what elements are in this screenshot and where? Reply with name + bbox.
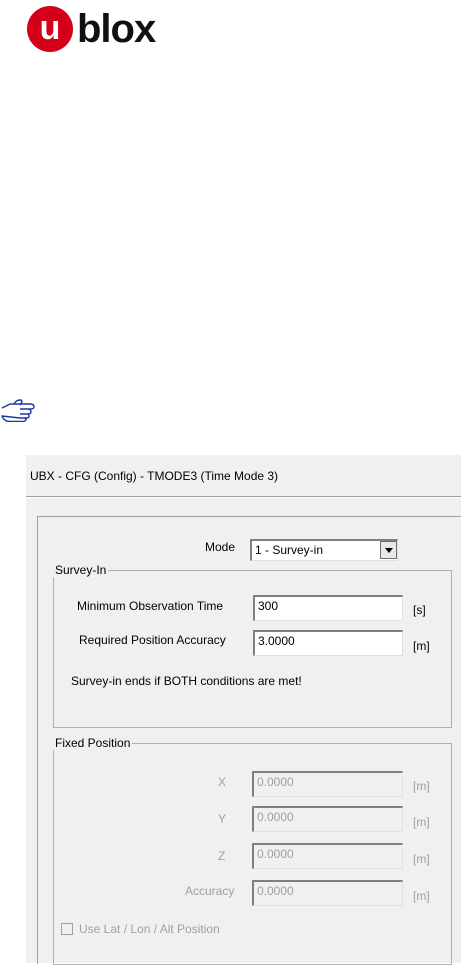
survey-in-note: Survey-in ends if BOTH conditions are me…	[71, 674, 302, 688]
x-input[interactable]: 0.0000	[252, 771, 403, 797]
min-observation-time-input[interactable]: 300	[253, 595, 403, 621]
mode-label: Mode	[205, 540, 236, 554]
required-position-accuracy-label: Required Position Accuracy	[79, 633, 226, 647]
required-position-accuracy-unit: [m]	[413, 639, 430, 653]
y-label: Y	[218, 812, 227, 826]
z-label: Z	[218, 849, 226, 863]
survey-in-title: Survey-In	[53, 563, 109, 577]
fixed-position-group: Fixed Position X 0.0000 [m] Y 0.0000 [m]…	[53, 736, 452, 965]
y-input[interactable]: 0.0000	[252, 806, 403, 832]
accuracy-input[interactable]: 0.0000	[252, 880, 403, 906]
survey-in-group: Survey-In Minimum Observation Time 300 […	[53, 563, 452, 728]
config-panel: Mode 1 - Survey-in Survey-In Minimum Obs…	[37, 516, 461, 965]
use-lla-checkbox[interactable]	[61, 923, 73, 935]
tmode3-dialog: UBX - CFG (Config) - TMODE3 (Time Mode 3…	[26, 455, 461, 965]
min-observation-time-label: Minimum Observation Time	[77, 599, 224, 613]
logo-wordmark: blox	[77, 7, 156, 51]
mode-select-value: 1 - Survey-in	[255, 543, 324, 557]
chevron-down-icon[interactable]	[380, 541, 397, 559]
x-label: X	[218, 775, 227, 789]
y-unit: [m]	[413, 815, 430, 829]
accuracy-unit: [m]	[413, 889, 430, 903]
z-unit: [m]	[413, 852, 430, 866]
fixed-position-title: Fixed Position	[53, 736, 133, 750]
x-unit: [m]	[413, 779, 430, 793]
dialog-title: UBX - CFG (Config) - TMODE3 (Time Mode 3…	[30, 469, 279, 483]
z-input[interactable]: 0.0000	[252, 843, 403, 869]
pointing-hand-icon	[1, 399, 35, 422]
accuracy-label: Accuracy	[185, 884, 235, 898]
logo-letter: u	[39, 9, 61, 47]
required-position-accuracy-input[interactable]: 3.0000	[253, 630, 403, 656]
ublox-logo: u blox	[27, 6, 187, 54]
use-lla-label: Use Lat / Lon / Alt Position	[79, 922, 220, 936]
min-observation-time-unit: [s]	[413, 603, 426, 617]
mode-select[interactable]: 1 - Survey-in	[250, 539, 398, 561]
